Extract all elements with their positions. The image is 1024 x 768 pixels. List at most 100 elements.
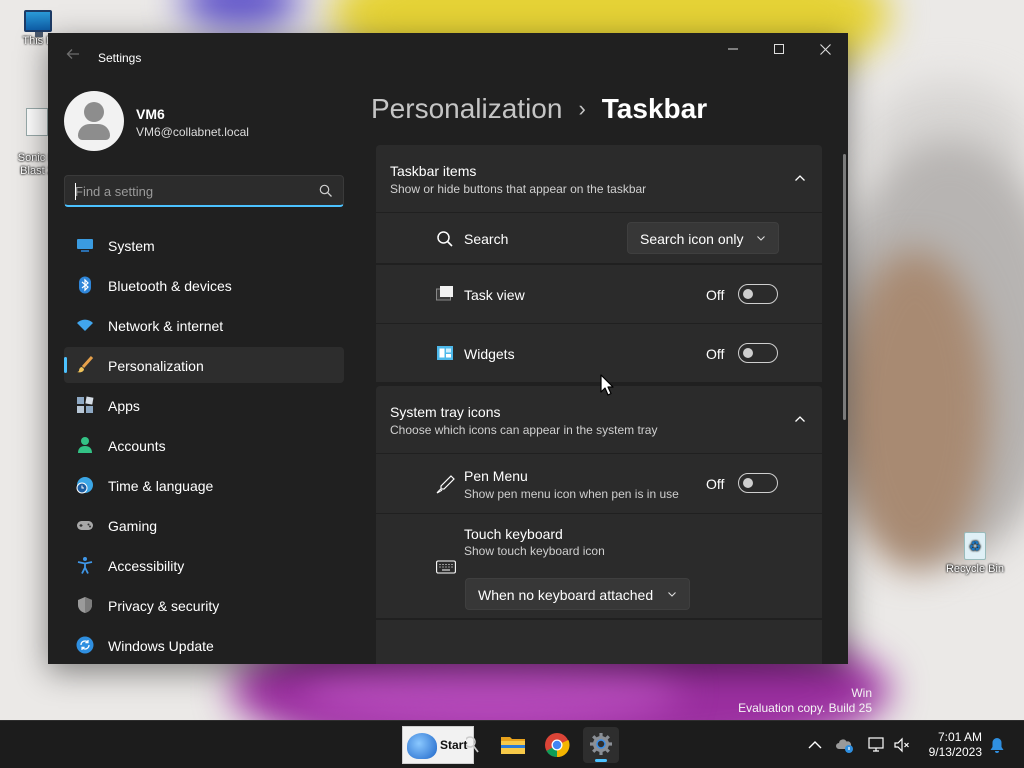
system-tray-expander[interactable]: System tray icons Choose which icons can… xyxy=(376,386,822,453)
notifications-icon[interactable] xyxy=(988,736,1006,754)
apps-icon xyxy=(77,396,94,413)
app-title: Settings xyxy=(98,51,142,65)
widgets-icon xyxy=(437,346,453,360)
wifi-icon xyxy=(77,319,93,331)
sidebar-item-label: Accessibility xyxy=(108,558,185,574)
breadcrumb-separator: › xyxy=(578,96,586,121)
taskbar-app-settings[interactable] xyxy=(583,727,619,763)
sidebar-item-privacy-security[interactable]: Privacy & security xyxy=(64,587,344,623)
settings-window: Settings VM6 VM6@collabnet.local System xyxy=(48,33,848,664)
settings-icon xyxy=(590,733,612,755)
pen-menu-toggle[interactable] xyxy=(738,473,778,493)
person-icon xyxy=(78,437,92,453)
widgets-toggle[interactable] xyxy=(738,343,778,363)
user-email: VM6@collabnet.local xyxy=(136,125,249,139)
sidebar-item-system[interactable]: System xyxy=(64,227,344,263)
sidebar-item-personalization[interactable]: Personalization xyxy=(64,347,344,383)
sidebar-item-gaming[interactable]: Gaming xyxy=(64,507,344,543)
content-scrollbar[interactable] xyxy=(843,154,846,420)
breadcrumb-parent[interactable]: Personalization xyxy=(371,93,562,125)
sidebar-item-accessibility[interactable]: Accessibility xyxy=(64,547,344,583)
find-setting-search[interactable] xyxy=(64,175,344,207)
sidebar-item-label: Time & language xyxy=(108,478,214,494)
sidebar-item-label: System xyxy=(108,238,155,254)
clock-date: 9/13/2023 xyxy=(928,745,982,759)
chevron-down-icon xyxy=(757,236,765,241)
dropdown-value: When no keyboard attached xyxy=(478,587,654,603)
shield-icon xyxy=(78,597,92,613)
shortcut-icon xyxy=(26,108,48,136)
task-view-toggle[interactable] xyxy=(738,284,778,304)
task-view-icon xyxy=(436,286,453,301)
clock-time: 7:01 AM xyxy=(937,730,982,744)
search-mode-dropdown[interactable]: Search icon only xyxy=(627,222,779,254)
pen-icon xyxy=(436,475,455,494)
toggle-state-label: Off xyxy=(706,476,725,492)
sidebar-item-label: Personalization xyxy=(108,358,204,374)
section-subtitle: Choose which icons can appear in the sys… xyxy=(390,423,658,437)
chevron-up-icon[interactable] xyxy=(806,736,824,754)
user-profile[interactable]: VM6 VM6@collabnet.local xyxy=(64,91,344,151)
wallpaper-blob xyxy=(180,0,300,30)
setting-row-pen-menu: Pen Menu Show pen menu icon when pen is … xyxy=(376,454,822,513)
minimize-icon xyxy=(728,48,738,50)
sidebar-item-apps[interactable]: Apps xyxy=(64,387,344,423)
minimize-button[interactable] xyxy=(710,33,756,65)
taskbar-clock[interactable]: 7:01 AM 9/13/2023 xyxy=(918,730,982,760)
wallpaper-blob xyxy=(840,250,990,570)
search-input[interactable] xyxy=(75,183,305,199)
back-button[interactable] xyxy=(62,46,84,68)
user-name: VM6 xyxy=(136,106,165,122)
search-icon[interactable] xyxy=(466,735,480,755)
dropdown-value: Search icon only xyxy=(640,231,744,247)
sidebar-item-accounts[interactable]: Accounts xyxy=(64,427,344,463)
text-caret xyxy=(75,183,76,200)
watermark-line2: Evaluation copy. Build 25 xyxy=(738,701,872,715)
recycle-bin-icon: ♻ xyxy=(964,532,986,560)
chevron-down-icon xyxy=(668,592,676,597)
chevron-up-icon xyxy=(795,175,805,181)
setting-description: Show touch keyboard icon xyxy=(464,544,605,558)
watermark-line1: Win xyxy=(851,686,872,700)
setting-label: Task view xyxy=(464,287,525,303)
setting-description: Show pen menu icon when pen is in use xyxy=(464,487,679,501)
sidebar-item-label: Apps xyxy=(108,398,140,414)
volume-muted-icon[interactable] xyxy=(893,736,911,754)
setting-row-widgets: Widgets Off xyxy=(376,324,822,382)
sidebar-item-label: Privacy & security xyxy=(108,598,220,614)
start-button[interactable]: Start xyxy=(402,726,474,764)
chrome-icon xyxy=(545,733,570,758)
title-bar[interactable]: Settings xyxy=(48,33,848,81)
setting-label: Search xyxy=(464,231,509,247)
taskbar-app-chrome[interactable] xyxy=(539,727,575,763)
start-shell-icon xyxy=(407,733,437,759)
sidebar-item-bluetooth[interactable]: Bluetooth & devices xyxy=(64,267,344,303)
network-icon[interactable] xyxy=(868,736,886,754)
desktop-icon-recycle-bin[interactable]: ♻ Recycle Bin xyxy=(943,532,1007,575)
settings-content: Taskbar items Show or hide buttons that … xyxy=(376,145,822,664)
keyboard-icon xyxy=(436,560,456,574)
taskbar-app-file-explorer[interactable] xyxy=(495,727,531,763)
sidebar-item-windows-update[interactable]: Windows Update xyxy=(64,627,344,663)
file-explorer-icon xyxy=(501,737,525,754)
avatar xyxy=(64,91,124,151)
onedrive-icon[interactable] xyxy=(836,736,854,754)
bluetooth-icon xyxy=(79,276,91,294)
setting-label: Widgets xyxy=(464,346,515,362)
setting-row-task-view: Task view Off xyxy=(376,265,822,323)
maximize-button[interactable] xyxy=(756,33,802,65)
setting-row-search: Search Search icon only xyxy=(376,213,822,263)
close-button[interactable] xyxy=(802,33,848,65)
setting-label: Touch keyboard xyxy=(464,526,563,542)
back-arrow-icon xyxy=(66,49,79,59)
sidebar-nav: System Bluetooth & devices Network & int… xyxy=(64,227,344,664)
taskbar-items-expander[interactable]: Taskbar items Show or hide buttons that … xyxy=(376,145,822,212)
sidebar-item-label: Accounts xyxy=(108,438,166,454)
touch-keyboard-dropdown[interactable]: When no keyboard attached xyxy=(465,578,690,610)
maximize-icon xyxy=(774,44,784,54)
sidebar-item-network[interactable]: Network & internet xyxy=(64,307,344,343)
desktop-icon-label: Recycle Bin xyxy=(945,563,1005,575)
sidebar-item-label: Gaming xyxy=(108,518,158,534)
sidebar-item-time-language[interactable]: Time & language xyxy=(64,467,344,503)
section-title: System tray icons xyxy=(390,404,501,420)
